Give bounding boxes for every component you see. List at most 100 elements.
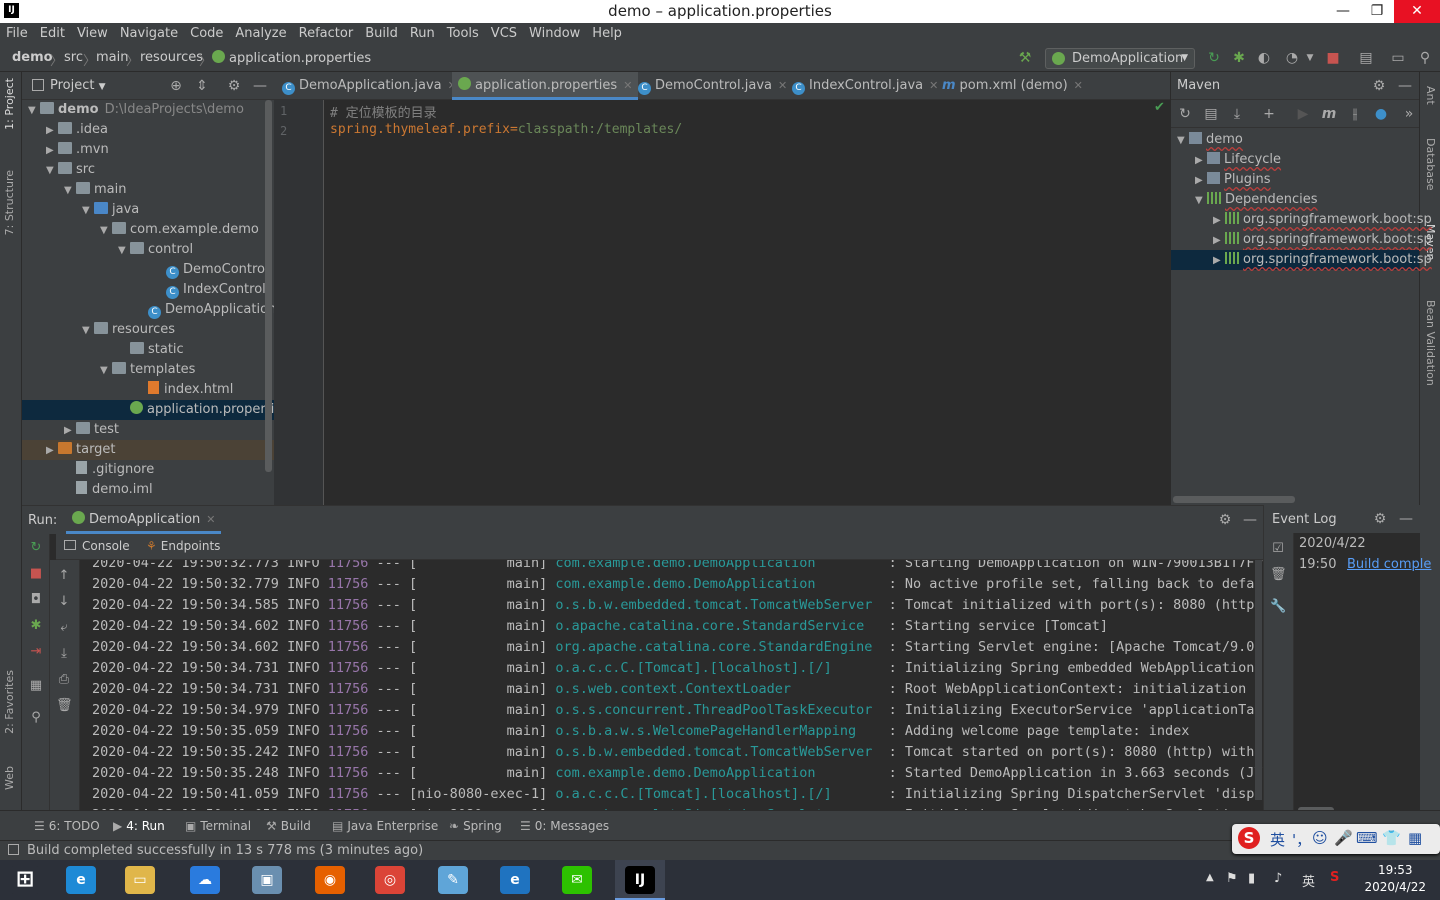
bottom-tab[interactable]: ▣ Terminal (185, 819, 251, 833)
project-structure-icon[interactable]: ▤ (1358, 50, 1374, 66)
menu-file[interactable]: File (6, 23, 28, 44)
web-tool-window-button[interactable]: Web (3, 766, 16, 790)
taskbar-intellij[interactable]: IJ (615, 860, 665, 900)
tree-item[interactable]: application.properties (22, 400, 289, 420)
chevron-down-icon[interactable]: ▼ (82, 201, 94, 221)
menu-edit[interactable]: Edit (40, 23, 65, 44)
tree-item[interactable]: ▼ control (22, 240, 274, 260)
more-icon[interactable]: » (1401, 106, 1417, 122)
menu-view[interactable]: View (77, 23, 108, 44)
chevron-right-icon[interactable]: ▶ (46, 441, 58, 461)
rerun-icon[interactable]: ↻ (1206, 50, 1222, 66)
menu-refactor[interactable]: Refactor (299, 23, 354, 44)
chevron-right-icon[interactable]: ▶ (1213, 251, 1225, 271)
breadcrumb-src[interactable]: src (64, 50, 83, 65)
tree-item[interactable]: ▼ templates (22, 360, 274, 380)
tree-item[interactable]: ▶ .mvn (22, 140, 274, 160)
gear-icon[interactable]: ⚙ (1371, 78, 1387, 94)
soft-wrap-icon[interactable]: ⤶ (56, 620, 72, 636)
arrow-down-icon[interactable]: ↓ (56, 594, 72, 610)
console-tab[interactable]: Console (64, 539, 130, 553)
chevron-down-icon[interactable]: ▼ (1302, 50, 1318, 66)
tree-item[interactable]: .gitignore (22, 460, 274, 480)
taskbar-ie[interactable]: e (56, 860, 106, 900)
bottom-tab[interactable]: ▶ 4: Run (113, 819, 165, 833)
maven-tree-item[interactable]: ▶ org.springframework.boot:sp (1171, 230, 1432, 251)
exit-icon[interactable]: ⇥ (28, 644, 44, 660)
maven-tree-item[interactable]: ▶ org.springframework.boot:sp (1171, 250, 1432, 271)
console-scrollbar[interactable] (1255, 560, 1262, 800)
chevron-right-icon[interactable]: ▶ (1195, 151, 1207, 171)
menu-tools[interactable]: Tools (447, 23, 479, 44)
project-tool-window-button[interactable]: 1: Project (3, 78, 16, 130)
debug-bug-icon[interactable]: ✱ (1231, 50, 1247, 66)
tree-item[interactable]: static (22, 340, 274, 360)
ime-punctuation-toggle[interactable]: '， (1292, 829, 1311, 850)
close-tab-icon[interactable]: ✕ (1074, 79, 1083, 92)
trash-icon[interactable]: 🗑 (1270, 567, 1287, 583)
hide-icon[interactable]: — (252, 78, 268, 94)
chevron-right-icon[interactable]: ▶ (1213, 231, 1225, 251)
network-icon[interactable]: ⚑ (1226, 871, 1238, 886)
chevron-down-icon[interactable]: ▼ (64, 181, 76, 201)
gear-icon[interactable]: ⚙ (226, 78, 242, 94)
bottom-tab[interactable]: ☰ 0: Messages (520, 819, 609, 833)
tab-democontrol-java[interactable]: C DemoControl.java ✕ (638, 72, 787, 100)
tree-item[interactable]: ▼ resources (22, 320, 274, 340)
tree-item[interactable]: index.html (22, 380, 274, 400)
tree-item[interactable]: ▼ main (22, 180, 274, 200)
database-tool-window-button[interactable]: Database (1424, 138, 1437, 191)
maven-tree-item[interactable]: ▶ Lifecycle (1171, 150, 1419, 170)
tree-item[interactable]: demo.iml (22, 480, 274, 500)
status-panel-icon[interactable] (8, 844, 19, 855)
tab-demoapplication-java[interactable]: CDemoApplication.java✕ (282, 72, 457, 100)
coverage-icon[interactable]: ◐ (1256, 50, 1272, 66)
breadcrumb-main[interactable]: main (96, 50, 128, 65)
collapse-all-icon[interactable]: ⇕ (194, 78, 210, 94)
run-config-tab[interactable]: DemoApplication ✕ (66, 506, 222, 534)
taskbar-edge[interactable]: e (490, 860, 540, 900)
skin-icon[interactable]: 👕 (1382, 829, 1401, 847)
menu-vcs[interactable]: VCS (491, 23, 517, 44)
scroll-to-end-icon[interactable]: ⤓ (56, 646, 72, 662)
close-tab-icon[interactable]: ✕ (206, 513, 215, 526)
hide-icon[interactable]: — (1397, 78, 1413, 94)
taskbar-chrome[interactable]: ◎ (365, 860, 415, 900)
bean-validation-tool-window-button[interactable]: Bean Validation (1424, 300, 1437, 386)
structure-tool-window-button[interactable]: 7: Structure (3, 170, 16, 235)
restore-layout-icon[interactable]: ✱ (28, 618, 44, 634)
sogou-logo-icon[interactable]: S (1238, 827, 1260, 849)
code-area[interactable]: # 定位模板的目录 spring.thymeleaf.prefix=classp… (324, 100, 1170, 505)
bottom-tab[interactable]: ❧ Spring (449, 819, 502, 833)
toolbox-grid-icon[interactable]: ▦ (1408, 829, 1422, 847)
chevron-down-icon[interactable]: ▼ (46, 161, 58, 181)
close-tab-icon[interactable]: ✕ (778, 79, 787, 92)
chevron-down-icon[interactable]: ▼ (100, 221, 112, 241)
taskbar-wechat[interactable]: ✉ (552, 860, 602, 900)
chevron-down-icon[interactable]: ▼ (1195, 191, 1207, 211)
camera-icon[interactable]: ◘ (28, 592, 44, 608)
volume-icon[interactable]: ♪ (1274, 871, 1282, 886)
chevron-down-icon[interactable]: ▼ (1177, 131, 1189, 151)
bottom-tab[interactable]: ⚒ Build (266, 819, 311, 833)
menu-build[interactable]: Build (365, 23, 398, 44)
favorites-tool-window-button[interactable]: 2: Favorites (3, 670, 16, 734)
profile-icon[interactable]: ◔ (1284, 50, 1300, 66)
chevron-right-icon[interactable]: ▶ (46, 121, 58, 141)
close-tab-icon[interactable]: ✕ (929, 79, 938, 92)
arrow-up-icon[interactable]: ↑ (56, 568, 72, 584)
hide-icon[interactable]: — (1398, 511, 1414, 527)
taskbar-notepad[interactable]: ✎ (428, 860, 478, 900)
add-folder-icon[interactable]: ▤ (1203, 106, 1219, 122)
tree-item[interactable]: C DemoControl (22, 260, 274, 280)
mark-read-icon[interactable]: ☑ (1270, 541, 1286, 557)
project-scrollbar[interactable] (265, 100, 272, 472)
console-output[interactable]: 2020-04-22 19:50:32.773 INFO 11756 --- [… (80, 560, 1263, 811)
close-button[interactable]: ✕ (1394, 0, 1440, 23)
ant-tool-window-button[interactable]: Ant (1424, 86, 1437, 105)
chevron-down-icon[interactable]: ▼ (100, 361, 112, 381)
tree-item[interactable]: ▼ java (22, 200, 274, 220)
ime-language-toggle[interactable]: 英 (1270, 829, 1285, 850)
rerun-icon[interactable]: ↻ (28, 540, 44, 556)
stop-icon[interactable]: ■ (1325, 50, 1341, 66)
